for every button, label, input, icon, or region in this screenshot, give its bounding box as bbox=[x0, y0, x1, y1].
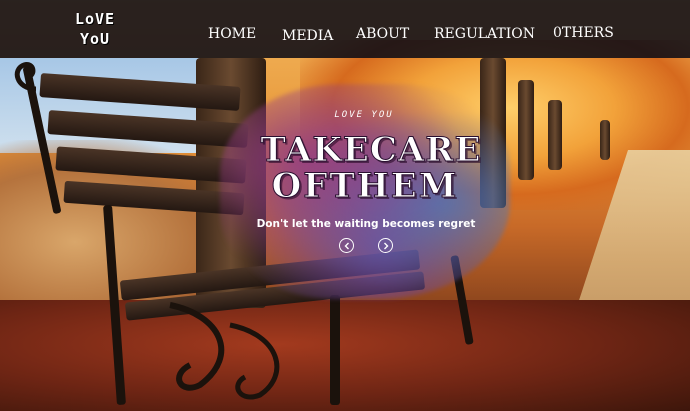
nav-regulation-link[interactable]: REGULATION bbox=[434, 26, 535, 42]
chevron-left-icon bbox=[344, 242, 349, 249]
top-navbar: LoVE YoU HOME MEDIA ABOUT REGULATION 0TH… bbox=[0, 0, 690, 58]
slider-next-button[interactable] bbox=[378, 238, 393, 253]
tree-trunk bbox=[518, 80, 534, 180]
site-logo[interactable]: LoVE YoU bbox=[62, 9, 128, 49]
nav-about-link[interactable]: ABOUT bbox=[356, 26, 409, 42]
logo-line-1: LoVE bbox=[74, 10, 116, 28]
hero-title-line-2: OFTHEM bbox=[271, 166, 459, 206]
hero-tagline: Don't let the waiting becomes regret bbox=[256, 218, 476, 230]
slider-prev-button[interactable] bbox=[339, 238, 354, 253]
nav-media-link[interactable]: MEDIA bbox=[282, 28, 333, 44]
nav-home-link[interactable]: HOME bbox=[208, 26, 256, 42]
logo-line-2: YoU bbox=[79, 30, 111, 48]
chevron-right-icon bbox=[383, 242, 388, 249]
tree-trunk bbox=[548, 100, 562, 170]
hero-title-line-1: TAKECARE bbox=[260, 130, 482, 170]
hero-kicker: LOVE YOU bbox=[334, 110, 394, 120]
slider-controls bbox=[232, 238, 500, 253]
nav-others-link[interactable]: 0THERS bbox=[553, 25, 614, 41]
tree-trunk bbox=[600, 120, 610, 160]
hero-banner: LOVE YOU TAKECARE OFTHEM Don't let the w… bbox=[220, 110, 500, 253]
